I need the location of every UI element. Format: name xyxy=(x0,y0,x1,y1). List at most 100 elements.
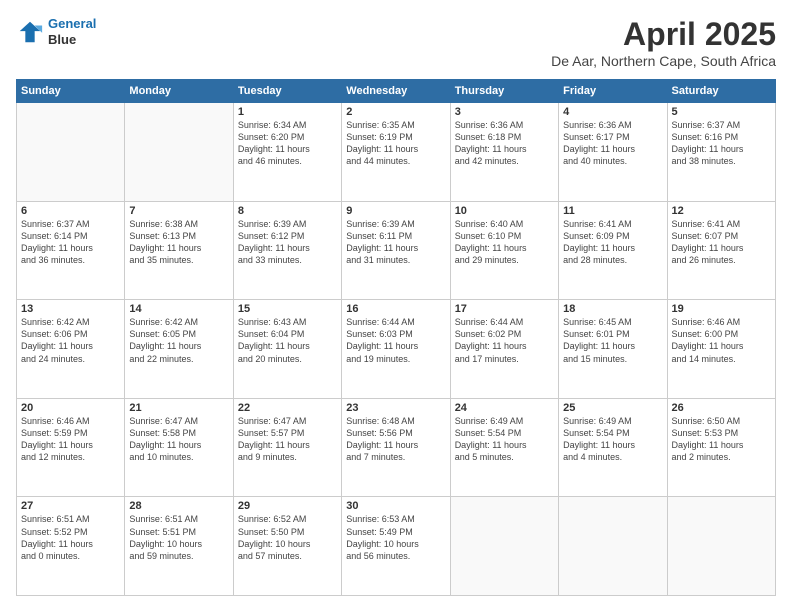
day-info: Sunrise: 6:39 AM Sunset: 6:11 PM Dayligh… xyxy=(346,218,445,267)
day-number: 18 xyxy=(563,303,662,315)
calendar-cell: 23Sunrise: 6:48 AM Sunset: 5:56 PM Dayli… xyxy=(342,398,450,497)
calendar-cell: 14Sunrise: 6:42 AM Sunset: 6:05 PM Dayli… xyxy=(125,300,233,399)
title-block: April 2025 De Aar, Northern Cape, South … xyxy=(551,16,776,69)
day-number: 10 xyxy=(455,205,554,217)
calendar-table: SundayMondayTuesdayWednesdayThursdayFrid… xyxy=(16,79,776,596)
logo: General Blue xyxy=(16,16,96,47)
day-info: Sunrise: 6:53 AM Sunset: 5:49 PM Dayligh… xyxy=(346,513,445,562)
calendar-cell: 25Sunrise: 6:49 AM Sunset: 5:54 PM Dayli… xyxy=(559,398,667,497)
day-number: 16 xyxy=(346,303,445,315)
day-info: Sunrise: 6:37 AM Sunset: 6:16 PM Dayligh… xyxy=(672,119,771,168)
calendar-week-row: 20Sunrise: 6:46 AM Sunset: 5:59 PM Dayli… xyxy=(17,398,776,497)
day-info: Sunrise: 6:51 AM Sunset: 5:52 PM Dayligh… xyxy=(21,513,120,562)
calendar-cell: 11Sunrise: 6:41 AM Sunset: 6:09 PM Dayli… xyxy=(559,201,667,300)
day-info: Sunrise: 6:44 AM Sunset: 6:02 PM Dayligh… xyxy=(455,316,554,365)
day-number: 2 xyxy=(346,106,445,118)
calendar-cell: 5Sunrise: 6:37 AM Sunset: 6:16 PM Daylig… xyxy=(667,103,775,202)
day-info: Sunrise: 6:49 AM Sunset: 5:54 PM Dayligh… xyxy=(563,415,662,464)
day-number: 15 xyxy=(238,303,337,315)
header: General Blue April 2025 De Aar, Northern… xyxy=(16,16,776,69)
calendar-cell: 6Sunrise: 6:37 AM Sunset: 6:14 PM Daylig… xyxy=(17,201,125,300)
day-number: 23 xyxy=(346,402,445,414)
weekday-header: Monday xyxy=(125,80,233,103)
calendar-cell: 21Sunrise: 6:47 AM Sunset: 5:58 PM Dayli… xyxy=(125,398,233,497)
day-info: Sunrise: 6:52 AM Sunset: 5:50 PM Dayligh… xyxy=(238,513,337,562)
weekday-header: Tuesday xyxy=(233,80,341,103)
calendar-cell xyxy=(559,497,667,596)
calendar-cell: 26Sunrise: 6:50 AM Sunset: 5:53 PM Dayli… xyxy=(667,398,775,497)
calendar-cell: 8Sunrise: 6:39 AM Sunset: 6:12 PM Daylig… xyxy=(233,201,341,300)
day-info: Sunrise: 6:50 AM Sunset: 5:53 PM Dayligh… xyxy=(672,415,771,464)
day-info: Sunrise: 6:48 AM Sunset: 5:56 PM Dayligh… xyxy=(346,415,445,464)
weekday-header: Wednesday xyxy=(342,80,450,103)
day-number: 5 xyxy=(672,106,771,118)
day-number: 12 xyxy=(672,205,771,217)
calendar-cell: 16Sunrise: 6:44 AM Sunset: 6:03 PM Dayli… xyxy=(342,300,450,399)
calendar-week-row: 27Sunrise: 6:51 AM Sunset: 5:52 PM Dayli… xyxy=(17,497,776,596)
day-number: 9 xyxy=(346,205,445,217)
calendar-cell xyxy=(667,497,775,596)
day-number: 21 xyxy=(129,402,228,414)
logo-icon xyxy=(16,18,44,46)
main-title: April 2025 xyxy=(551,16,776,53)
day-number: 27 xyxy=(21,500,120,512)
day-info: Sunrise: 6:38 AM Sunset: 6:13 PM Dayligh… xyxy=(129,218,228,267)
day-info: Sunrise: 6:34 AM Sunset: 6:20 PM Dayligh… xyxy=(238,119,337,168)
day-info: Sunrise: 6:45 AM Sunset: 6:01 PM Dayligh… xyxy=(563,316,662,365)
calendar-cell: 28Sunrise: 6:51 AM Sunset: 5:51 PM Dayli… xyxy=(125,497,233,596)
calendar-cell: 24Sunrise: 6:49 AM Sunset: 5:54 PM Dayli… xyxy=(450,398,558,497)
calendar-week-row: 1Sunrise: 6:34 AM Sunset: 6:20 PM Daylig… xyxy=(17,103,776,202)
calendar-cell: 15Sunrise: 6:43 AM Sunset: 6:04 PM Dayli… xyxy=(233,300,341,399)
day-info: Sunrise: 6:35 AM Sunset: 6:19 PM Dayligh… xyxy=(346,119,445,168)
calendar-week-row: 6Sunrise: 6:37 AM Sunset: 6:14 PM Daylig… xyxy=(17,201,776,300)
day-info: Sunrise: 6:40 AM Sunset: 6:10 PM Dayligh… xyxy=(455,218,554,267)
day-number: 1 xyxy=(238,106,337,118)
day-info: Sunrise: 6:42 AM Sunset: 6:05 PM Dayligh… xyxy=(129,316,228,365)
day-info: Sunrise: 6:47 AM Sunset: 5:57 PM Dayligh… xyxy=(238,415,337,464)
day-info: Sunrise: 6:37 AM Sunset: 6:14 PM Dayligh… xyxy=(21,218,120,267)
day-info: Sunrise: 6:43 AM Sunset: 6:04 PM Dayligh… xyxy=(238,316,337,365)
calendar-cell: 17Sunrise: 6:44 AM Sunset: 6:02 PM Dayli… xyxy=(450,300,558,399)
day-number: 7 xyxy=(129,205,228,217)
day-info: Sunrise: 6:36 AM Sunset: 6:17 PM Dayligh… xyxy=(563,119,662,168)
day-number: 24 xyxy=(455,402,554,414)
calendar-cell: 20Sunrise: 6:46 AM Sunset: 5:59 PM Dayli… xyxy=(17,398,125,497)
day-number: 13 xyxy=(21,303,120,315)
day-number: 3 xyxy=(455,106,554,118)
day-number: 20 xyxy=(21,402,120,414)
calendar-cell: 13Sunrise: 6:42 AM Sunset: 6:06 PM Dayli… xyxy=(17,300,125,399)
calendar-cell: 7Sunrise: 6:38 AM Sunset: 6:13 PM Daylig… xyxy=(125,201,233,300)
subtitle: De Aar, Northern Cape, South Africa xyxy=(551,53,776,69)
day-number: 22 xyxy=(238,402,337,414)
calendar-cell: 22Sunrise: 6:47 AM Sunset: 5:57 PM Dayli… xyxy=(233,398,341,497)
calendar-cell: 2Sunrise: 6:35 AM Sunset: 6:19 PM Daylig… xyxy=(342,103,450,202)
day-info: Sunrise: 6:46 AM Sunset: 6:00 PM Dayligh… xyxy=(672,316,771,365)
calendar-cell xyxy=(450,497,558,596)
day-number: 30 xyxy=(346,500,445,512)
calendar-cell xyxy=(125,103,233,202)
day-info: Sunrise: 6:51 AM Sunset: 5:51 PM Dayligh… xyxy=(129,513,228,562)
calendar-cell: 1Sunrise: 6:34 AM Sunset: 6:20 PM Daylig… xyxy=(233,103,341,202)
day-number: 29 xyxy=(238,500,337,512)
day-number: 8 xyxy=(238,205,337,217)
day-info: Sunrise: 6:44 AM Sunset: 6:03 PM Dayligh… xyxy=(346,316,445,365)
day-info: Sunrise: 6:42 AM Sunset: 6:06 PM Dayligh… xyxy=(21,316,120,365)
calendar-cell: 3Sunrise: 6:36 AM Sunset: 6:18 PM Daylig… xyxy=(450,103,558,202)
logo-text: General Blue xyxy=(48,16,96,47)
day-number: 26 xyxy=(672,402,771,414)
calendar-cell xyxy=(17,103,125,202)
day-info: Sunrise: 6:41 AM Sunset: 6:09 PM Dayligh… xyxy=(563,218,662,267)
day-info: Sunrise: 6:46 AM Sunset: 5:59 PM Dayligh… xyxy=(21,415,120,464)
day-info: Sunrise: 6:36 AM Sunset: 6:18 PM Dayligh… xyxy=(455,119,554,168)
day-number: 14 xyxy=(129,303,228,315)
weekday-header: Saturday xyxy=(667,80,775,103)
day-info: Sunrise: 6:47 AM Sunset: 5:58 PM Dayligh… xyxy=(129,415,228,464)
weekday-header-row: SundayMondayTuesdayWednesdayThursdayFrid… xyxy=(17,80,776,103)
calendar-cell: 30Sunrise: 6:53 AM Sunset: 5:49 PM Dayli… xyxy=(342,497,450,596)
page: General Blue April 2025 De Aar, Northern… xyxy=(0,0,792,612)
calendar-cell: 10Sunrise: 6:40 AM Sunset: 6:10 PM Dayli… xyxy=(450,201,558,300)
day-number: 6 xyxy=(21,205,120,217)
calendar-cell: 4Sunrise: 6:36 AM Sunset: 6:17 PM Daylig… xyxy=(559,103,667,202)
day-number: 4 xyxy=(563,106,662,118)
calendar-cell: 12Sunrise: 6:41 AM Sunset: 6:07 PM Dayli… xyxy=(667,201,775,300)
